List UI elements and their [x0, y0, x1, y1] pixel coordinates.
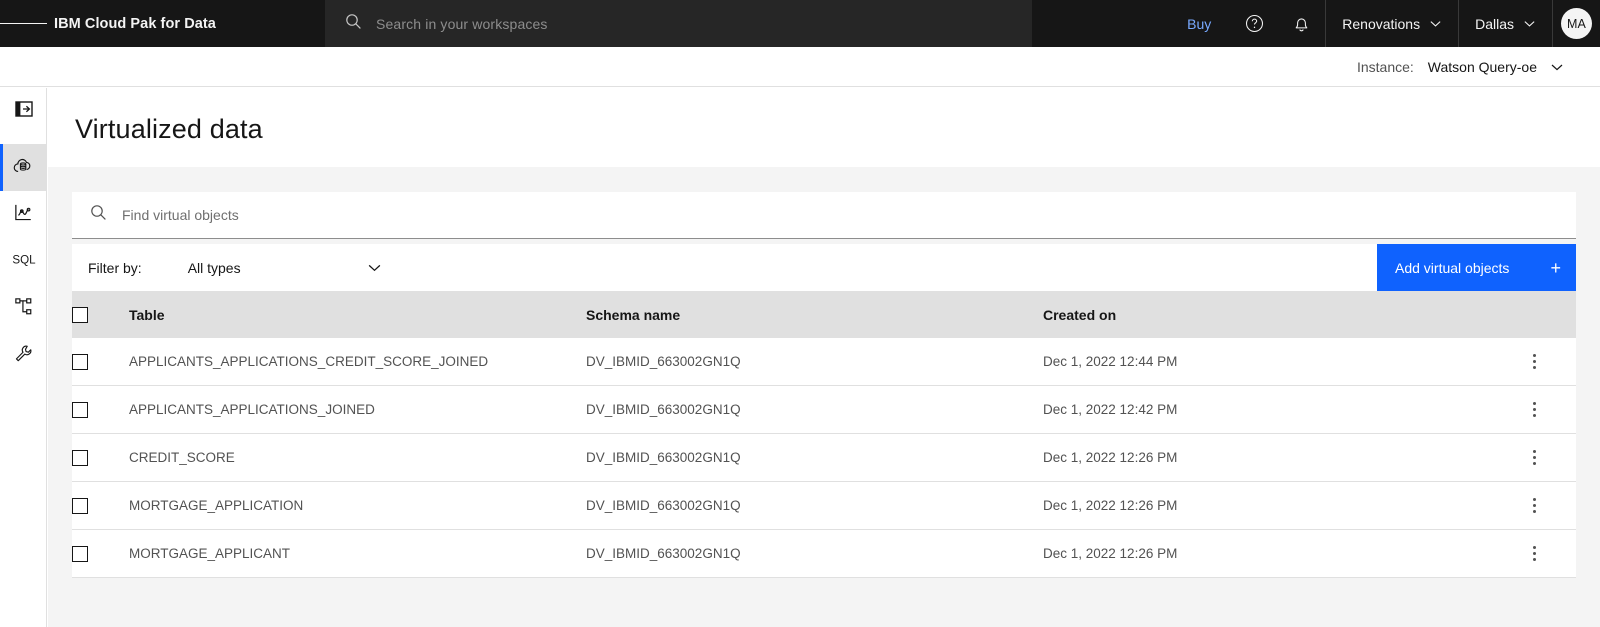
cell-created-on: Dec 1, 2022 12:42 PM	[1043, 385, 1493, 434]
table-row[interactable]: MORTGAGE_APPLICANT DV_IBMID_663002GN1Q D…	[72, 529, 1576, 578]
column-header-created-on[interactable]: Created on	[1043, 291, 1493, 338]
cell-schema-name: DV_IBMID_663002GN1Q	[586, 385, 1043, 434]
row-actions-cell	[1493, 385, 1576, 434]
cloud-database-icon	[12, 154, 35, 182]
row-select-cell	[72, 529, 129, 578]
help-circle-icon[interactable]	[1231, 0, 1278, 47]
search-input[interactable]	[122, 192, 1576, 238]
chevron-down-icon	[1551, 64, 1563, 70]
cell-table-name: MORTGAGE_APPLICATION	[129, 481, 586, 530]
plus-icon: +	[1550, 257, 1561, 278]
sidebar-item-tools[interactable]	[0, 332, 47, 379]
global-search-placeholder: Search in your workspaces	[376, 15, 548, 32]
checkbox-icon[interactable]	[72, 306, 88, 323]
search-icon	[90, 204, 107, 226]
main-content: Virtualized data Filter by: All types A	[48, 88, 1600, 627]
cell-created-on: Dec 1, 2022 12:26 PM	[1043, 529, 1493, 578]
cell-created-on: Dec 1, 2022 12:26 PM	[1043, 433, 1493, 482]
chevron-down-icon	[368, 264, 380, 272]
table-header-row: Table Schema name Created on	[72, 291, 1576, 338]
column-header-table[interactable]: Table	[129, 291, 586, 338]
cell-table-name: APPLICANTS_APPLICATIONS_CREDIT_SCORE_JOI…	[129, 338, 586, 386]
left-navigation-rail: SQL	[0, 88, 47, 627]
table-row[interactable]: APPLICANTS_APPLICATIONS_JOINED DV_IBMID_…	[72, 385, 1576, 434]
hamburger-menu-icon[interactable]	[0, 0, 48, 47]
overflow-menu-icon[interactable]	[1493, 482, 1576, 529]
instance-label: Instance:	[1356, 58, 1414, 75]
sidebar-item-virtualized-data[interactable]	[0, 144, 47, 191]
cell-created-on: Dec 1, 2022 12:26 PM	[1043, 481, 1493, 530]
add-virtual-objects-button[interactable]: Add virtual objects +	[1377, 244, 1576, 291]
overflow-menu-icon[interactable]	[1493, 530, 1576, 577]
table-row[interactable]: CREDIT_SCORE DV_IBMID_663002GN1Q Dec 1, …	[72, 433, 1576, 482]
cell-table-name: MORTGAGE_APPLICANT	[129, 529, 586, 578]
row-select-cell	[72, 385, 129, 434]
row-actions-cell	[1493, 338, 1576, 386]
filter-type-select[interactable]: All types	[188, 244, 382, 291]
region-dropdown-label: Dallas	[1475, 15, 1514, 32]
cell-schema-name: DV_IBMID_663002GN1Q	[586, 433, 1043, 482]
panel-expand-icon	[14, 99, 34, 124]
wrench-tools-icon	[13, 343, 34, 369]
column-header-actions	[1493, 291, 1576, 338]
avatar[interactable]: MA	[1553, 0, 1600, 47]
global-search[interactable]: Search in your workspaces	[325, 0, 1032, 47]
row-actions-cell	[1493, 481, 1576, 530]
select-all-header	[72, 291, 129, 338]
overflow-menu-icon[interactable]	[1493, 434, 1576, 481]
cell-schema-name: DV_IBMID_663002GN1Q	[586, 481, 1043, 530]
table-row[interactable]: APPLICANTS_APPLICATIONS_CREDIT_SCORE_JOI…	[72, 338, 1576, 386]
sidebar-item-analytics[interactable]	[0, 191, 47, 238]
search-icon	[345, 13, 362, 35]
checkbox-icon[interactable]	[72, 545, 88, 562]
chevron-down-icon	[1524, 21, 1535, 27]
instance-bar: Instance: Watson Query-oe	[0, 47, 1600, 87]
cell-created-on: Dec 1, 2022 12:44 PM	[1043, 338, 1493, 386]
row-select-cell	[72, 433, 129, 482]
row-select-cell	[72, 338, 129, 386]
region-dropdown[interactable]: Dallas	[1459, 0, 1552, 47]
cell-table-name: CREDIT_SCORE	[129, 433, 586, 482]
row-actions-cell	[1493, 433, 1576, 482]
global-header: IBM Cloud Pak for Data Search in your wo…	[0, 0, 1600, 47]
overflow-menu-icon[interactable]	[1493, 338, 1576, 385]
sidebar-item-schema[interactable]	[0, 285, 47, 332]
cell-schema-name: DV_IBMID_663002GN1Q	[586, 338, 1043, 386]
app-brand-title: IBM Cloud Pak for Data	[54, 15, 216, 32]
row-select-cell	[72, 481, 129, 530]
analytics-chart-icon	[13, 202, 34, 228]
find-virtual-objects-search[interactable]	[72, 192, 1576, 239]
row-actions-cell	[1493, 529, 1576, 578]
checkbox-icon[interactable]	[72, 353, 88, 370]
cell-table-name: APPLICANTS_APPLICATIONS_JOINED	[129, 385, 586, 434]
instance-selector[interactable]: Watson Query-oe	[1428, 59, 1564, 75]
overflow-menu-icon[interactable]	[1493, 386, 1576, 433]
avatar-initials: MA	[1561, 8, 1592, 39]
instance-value: Watson Query-oe	[1427, 58, 1537, 75]
add-virtual-objects-label: Add virtual objects	[1395, 259, 1510, 276]
sql-icon: SQL	[11, 251, 37, 272]
table-toolbar: Filter by: All types Add virtual objects…	[72, 244, 1576, 291]
project-dropdown[interactable]: Renovations	[1326, 0, 1458, 47]
sidebar-item-panel-expand[interactable]	[0, 88, 47, 135]
sidebar-item-sql[interactable]: SQL	[0, 238, 47, 285]
bell-icon[interactable]	[1278, 0, 1325, 47]
hierarchy-schema-icon	[13, 296, 34, 322]
buy-link[interactable]: Buy	[1167, 16, 1231, 32]
checkbox-icon[interactable]	[72, 401, 88, 418]
filter-by-label: Filter by:	[88, 259, 142, 276]
cell-schema-name: DV_IBMID_663002GN1Q	[586, 529, 1043, 578]
virtual-objects-table: Table Schema name Created on APPLICANTS_…	[72, 291, 1576, 578]
column-header-schema-name[interactable]: Schema name	[586, 291, 1043, 338]
chevron-down-icon	[1430, 21, 1441, 27]
page-title: Virtualized data	[75, 114, 263, 144]
content-area: Filter by: All types Add virtual objects…	[48, 167, 1600, 627]
project-dropdown-label: Renovations	[1342, 15, 1421, 32]
filter-type-value: All types	[187, 259, 241, 276]
header-actions: Buy Renovations Dallas MA	[1167, 0, 1600, 47]
svg-text:SQL: SQL	[12, 253, 36, 266]
checkbox-icon[interactable]	[72, 497, 88, 514]
checkbox-icon[interactable]	[72, 449, 88, 466]
table-row[interactable]: MORTGAGE_APPLICATION DV_IBMID_663002GN1Q…	[72, 481, 1576, 530]
